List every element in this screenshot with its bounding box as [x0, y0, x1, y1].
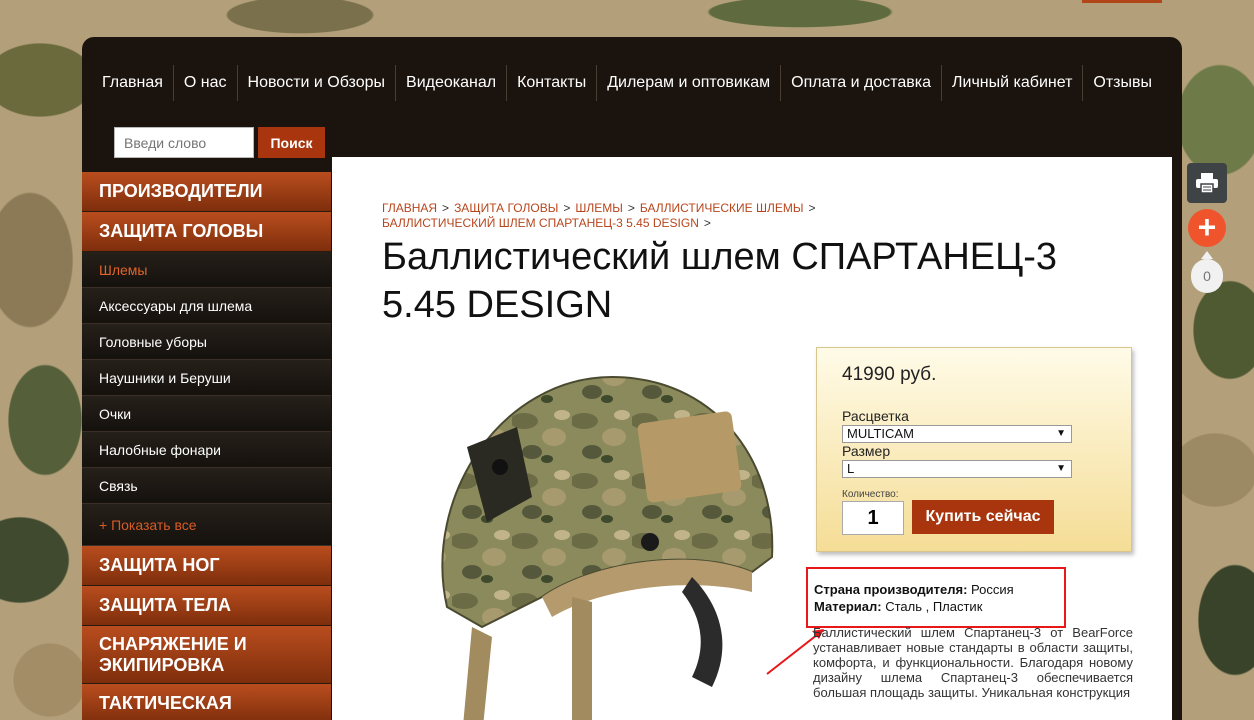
search-form: Поиск [114, 127, 325, 158]
site-container: Главная О нас Новости и Обзоры Видеокана… [82, 37, 1182, 720]
sidebar-cat-body-protection[interactable]: ЗАЩИТА ТЕЛА [82, 586, 331, 626]
nav-contacts[interactable]: Контакты [507, 65, 598, 101]
sidebar-cat-equipment[interactable]: СНАРЯЖЕНИЕ И ЭКИПИРОВКА [82, 626, 331, 684]
sidebar-cat-tactical[interactable]: ТАКТИЧЕСКАЯ [82, 684, 331, 720]
nav-reviews[interactable]: Отзывы [1083, 65, 1162, 101]
breadcrumb-head-protection[interactable]: ЗАЩИТА ГОЛОВЫ [454, 201, 558, 215]
add-share-button[interactable]: + [1188, 209, 1226, 247]
main-content: ГЛАВНАЯ > ЗАЩИТА ГОЛОВЫ > ШЛЕМЫ > БАЛЛИСТИЧЕСК… [332, 157, 1172, 720]
search-button[interactable]: Поиск [258, 127, 325, 158]
spec-material-label: Материал: [814, 599, 882, 614]
spec-material-value: Сталь , Пластик [885, 599, 983, 614]
color-select[interactable]: MULTICAM ▼ [842, 425, 1072, 443]
spec-material: Материал: Сталь , Пластик [814, 598, 1064, 615]
sidebar-item-glasses[interactable]: Очки [82, 396, 331, 432]
buy-now-button[interactable]: Купить сейчас [912, 500, 1054, 534]
equipment-line2: ЭКИПИРОВКА [99, 654, 225, 675]
spec-country: Страна производителя: Россия [814, 581, 1064, 598]
title-line1: Баллистический шлем СПАРТАНЕЦ-3 [382, 236, 1058, 278]
product-description: Баллистический шлем Спартанец-3 от BearF… [813, 625, 1133, 700]
purchase-box: 41990 руб. Расцветка MULTICAM ▼ Размер L… [816, 347, 1132, 552]
quantity-label: Количество: [842, 489, 899, 500]
chevron-down-icon: ▼ [1056, 463, 1066, 474]
spec-country-value: Россия [971, 582, 1014, 597]
share-counter: 0 [1191, 251, 1223, 293]
size-select[interactable]: L ▼ [842, 460, 1072, 478]
color-label: Расцветка [842, 408, 909, 424]
sidebar-cat-head-protection[interactable]: ЗАЩИТА ГОЛОВЫ [82, 212, 331, 252]
sidebar-item-headphones[interactable]: Наушники и Беруши [82, 360, 331, 396]
nav-dealers[interactable]: Дилерам и оптовикам [597, 65, 782, 101]
category-sidebar: ПРОИЗВОДИТЕЛИ ЗАЩИТА ГОЛОВЫ Шлемы Аксесс… [82, 172, 331, 720]
product-helmet-image [441, 375, 774, 720]
nav-video[interactable]: Видеоканал [396, 65, 508, 101]
price: 41990 руб. [842, 364, 937, 385]
sidebar-show-all[interactable]: + Показать все [82, 504, 331, 546]
breadcrumb: ГЛАВНАЯ > ЗАЩИТА ГОЛОВЫ > ШЛЕМЫ > БАЛЛИСТИЧЕСК… [382, 201, 852, 231]
quantity-input[interactable]: 1 [842, 501, 904, 535]
print-button[interactable] [1187, 163, 1227, 203]
nav-home[interactable]: Главная [92, 65, 174, 101]
sidebar-item-communication[interactable]: Связь [82, 468, 331, 504]
spec-country-label: Страна производителя: [814, 582, 968, 597]
page-title: Баллистический шлем СПАРТАНЕЦ-3 5.45 DES… [382, 233, 1122, 329]
breadcrumb-current[interactable]: БАЛЛИСТИЧЕСКИЙ ШЛЕМ СПАРТАНЕЦ-3 5.45 DES… [382, 216, 699, 230]
sidebar-cat-leg-protection[interactable]: ЗАЩИТА НОГ [82, 546, 331, 586]
main-nav: Главная О нас Новости и Обзоры Видеокана… [92, 65, 1162, 101]
breadcrumb-sep: > [703, 216, 711, 230]
side-tools: + 0 [1187, 163, 1227, 293]
breadcrumb-sep: > [563, 201, 571, 215]
nav-account[interactable]: Личный кабинет [942, 65, 1084, 101]
sidebar-cat-manufacturers[interactable]: ПРОИЗВОДИТЕЛИ [82, 172, 331, 212]
top-bar-stub [1082, 0, 1162, 3]
sidebar-item-helmets[interactable]: Шлемы [82, 252, 331, 288]
breadcrumb-ballistic-helmets[interactable]: БАЛЛИСТИЧЕСКИЕ ШЛЕМЫ [640, 201, 804, 215]
breadcrumb-sep: > [627, 201, 635, 215]
breadcrumb-home[interactable]: ГЛАВНАЯ [382, 201, 437, 215]
equipment-line1: СНАРЯЖЕНИЕ И [99, 633, 247, 654]
sidebar-item-headwear[interactable]: Головные уборы [82, 324, 331, 360]
product-specs: Страна производителя: Россия Материал: С… [806, 567, 1066, 628]
search-input[interactable] [114, 127, 254, 158]
nav-about[interactable]: О нас [174, 65, 238, 101]
size-label: Размер [842, 443, 891, 459]
chevron-down-icon: ▼ [1056, 428, 1066, 439]
nav-news[interactable]: Новости и Обзоры [238, 65, 397, 101]
breadcrumb-sep: > [808, 201, 816, 215]
printer-icon [1196, 173, 1218, 194]
breadcrumb-sep: > [442, 201, 450, 215]
title-line2: 5.45 DESIGN [382, 284, 613, 326]
breadcrumb-helmets[interactable]: ШЛЕМЫ [575, 201, 623, 215]
size-select-value: L [847, 461, 855, 476]
sidebar-item-helmet-accessories[interactable]: Аксессуары для шлема [82, 288, 331, 324]
nav-payment[interactable]: Оплата и доставка [781, 65, 943, 101]
color-select-value: MULTICAM [847, 426, 914, 441]
sidebar-item-headlamps[interactable]: Налобные фонари [82, 432, 331, 468]
